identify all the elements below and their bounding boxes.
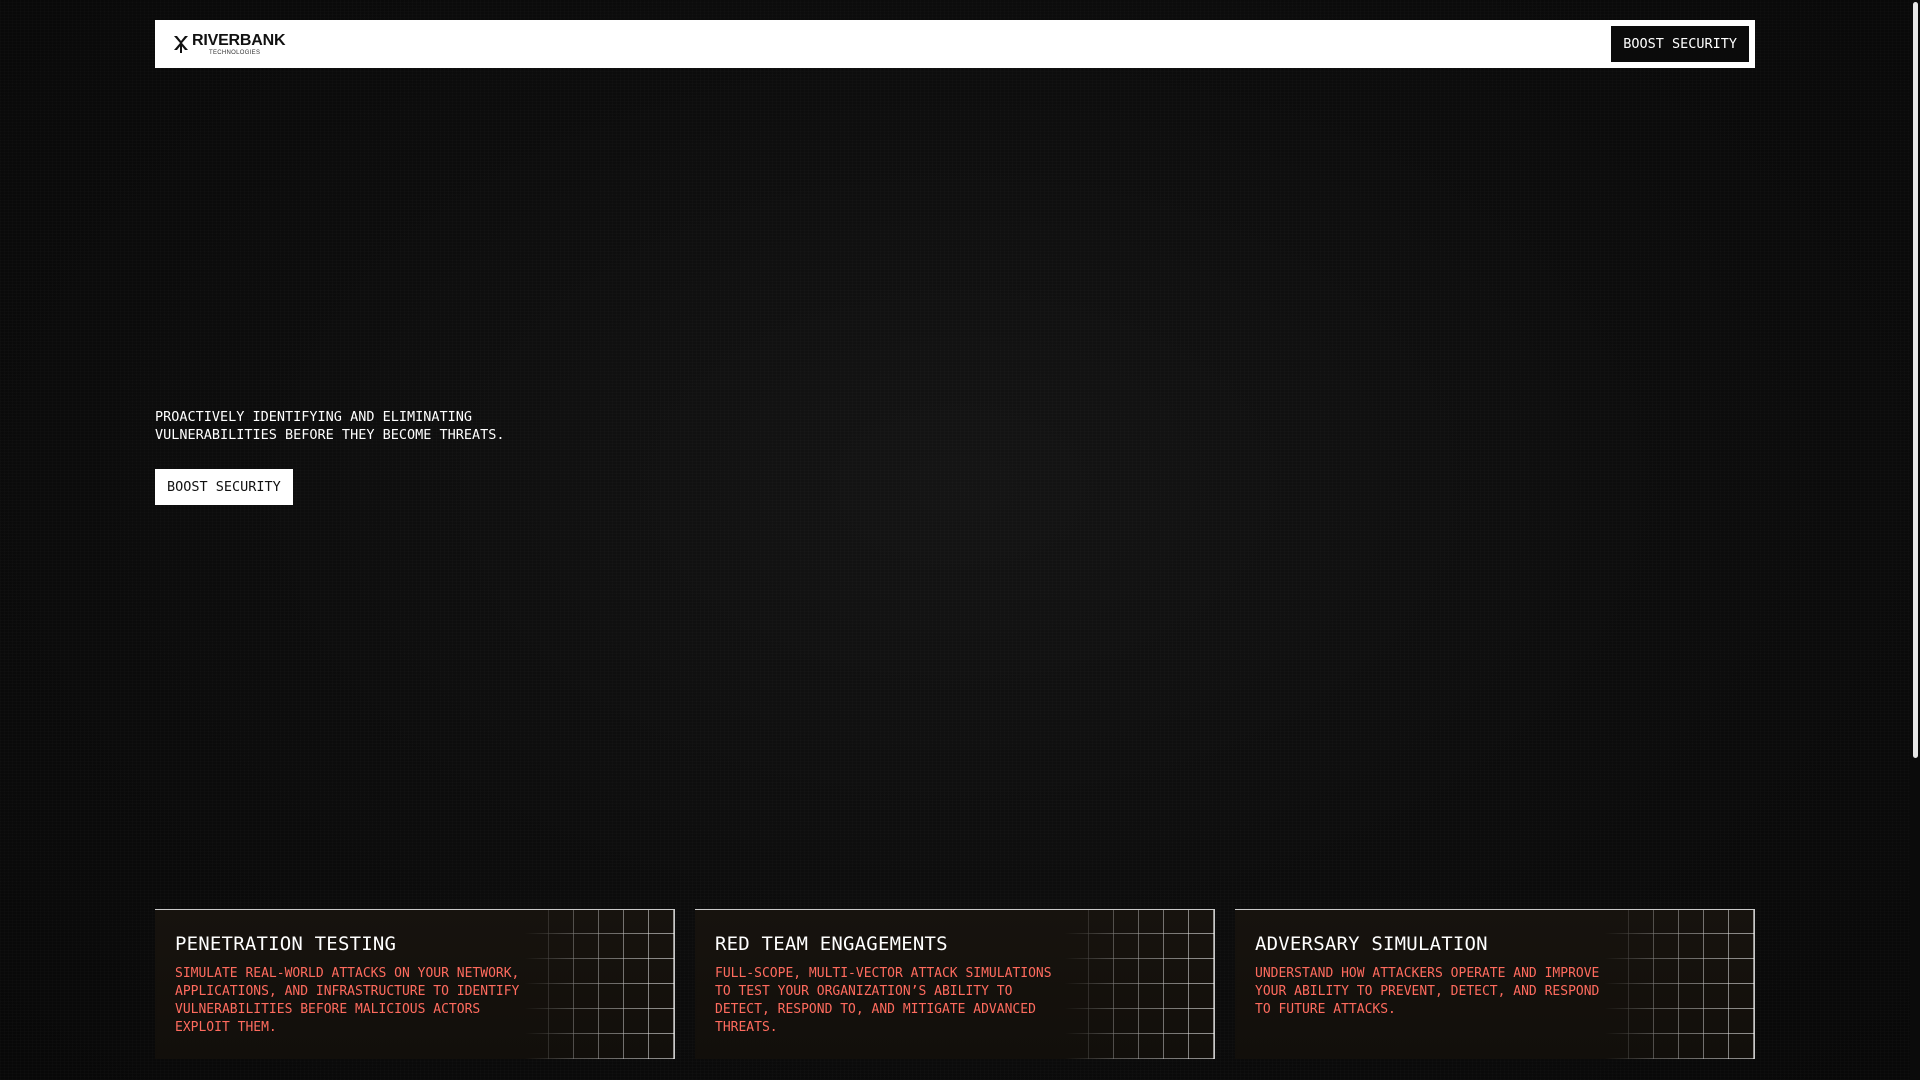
service-card-red-team: RED TEAM ENGAGEMENTS FULL-SCOPE, MULTI-V… bbox=[695, 909, 1215, 1059]
card-title: ADVERSARY SIMULATION bbox=[1255, 933, 1488, 955]
card-title: PENETRATION TESTING bbox=[175, 933, 397, 955]
logo-link[interactable]: RIVERBANK TECHNOLOGIES bbox=[173, 31, 286, 56]
card-description: SIMULATE REAL-WORLD ATTACKS ON YOUR NETW… bbox=[175, 966, 520, 1035]
card-description: FULL-SCOPE, MULTI-VECTOR ATTACK SIMULATI… bbox=[715, 966, 1052, 1035]
card-grid-decoration bbox=[1064, 910, 1214, 1059]
card-description: UNDERSTAND HOW ATTACKERS OPERATE AND IMP… bbox=[1255, 966, 1600, 1017]
riverbank-logo-icon bbox=[174, 36, 188, 53]
logo-subtitle: TECHNOLOGIES bbox=[209, 49, 261, 56]
card-title: RED TEAM ENGAGEMENTS bbox=[715, 933, 948, 955]
site-header: RIVERBANK TECHNOLOGIES BOOST SECURITY bbox=[155, 20, 1755, 68]
logo-wordmark: RIVERBANK TECHNOLOGIES bbox=[192, 31, 286, 56]
header-boost-security-button[interactable]: BOOST SECURITY bbox=[1611, 26, 1749, 62]
hero-tagline: PROACTIVELY IDENTIFYING AND ELIMINATING … bbox=[155, 409, 505, 443]
page-scrollbar[interactable] bbox=[1910, 0, 1920, 1080]
card-grid-decoration bbox=[1604, 910, 1754, 1059]
service-card-adversary-simulation: ADVERSARY SIMULATION UNDERSTAND HOW ATTA… bbox=[1235, 909, 1755, 1059]
hero-boost-security-button[interactable]: BOOST SECURITY bbox=[155, 469, 293, 505]
service-card-penetration-testing: PENETRATION TESTING SIMULATE REAL-WORLD … bbox=[155, 909, 675, 1059]
card-grid-decoration bbox=[524, 910, 674, 1059]
scrollbar-thumb[interactable] bbox=[1913, 2, 1918, 758]
logo-name: RIVERBANK bbox=[192, 31, 286, 49]
